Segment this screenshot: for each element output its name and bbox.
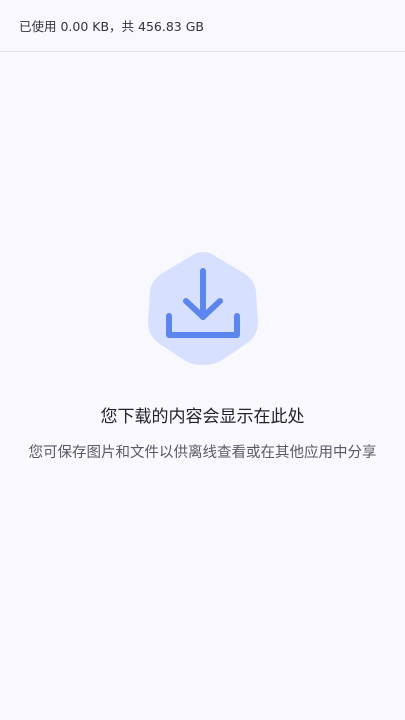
storage-usage-text: 已使用 0.00 KB，共 456.83 GB bbox=[19, 19, 204, 34]
download-icon bbox=[147, 252, 258, 365]
empty-state-title: 您下载的内容会显示在此处 bbox=[100, 407, 305, 427]
downloads-screen: 已使用 0.00 KB，共 456.83 GB 您下载的内容会显示在此处 您可保… bbox=[0, 0, 405, 720]
storage-summary-bar: 已使用 0.00 KB，共 456.83 GB bbox=[0, 0, 405, 52]
empty-state-description: 您可保存图片和文件以供离线查看或在其他应用中分享 bbox=[28, 445, 377, 461]
empty-downloads-state: 您下载的内容会显示在此处 您可保存图片和文件以供离线查看或在其他应用中分享 bbox=[0, 250, 405, 465]
download-icon-badge bbox=[147, 250, 259, 366]
